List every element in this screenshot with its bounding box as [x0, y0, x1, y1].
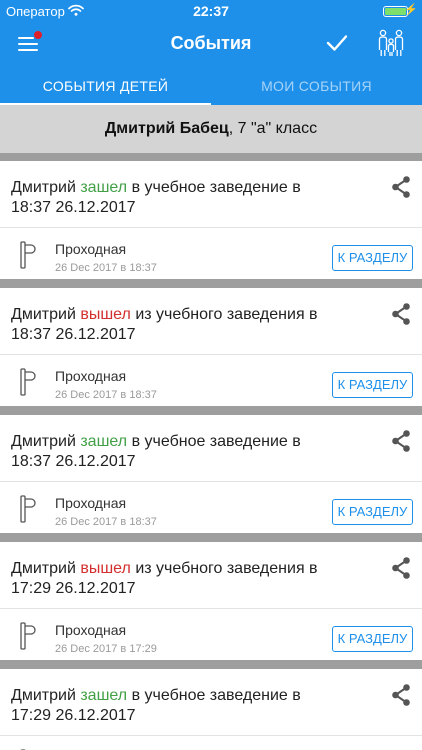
- turnstile-icon: [18, 240, 40, 270]
- event-card: Дмитрий зашел в учебное заведение в 18:37…: [0, 161, 422, 279]
- share-icon[interactable]: [390, 302, 412, 326]
- event-description: из учебного заведения в: [135, 306, 318, 323]
- event-card: Дмитрий зашел в учебное заведение в 17:29…: [0, 669, 422, 750]
- event-location: Проходная: [55, 495, 127, 511]
- event-action: зашел: [80, 179, 128, 196]
- card-divider: [0, 354, 422, 355]
- card-divider: [0, 735, 422, 736]
- turnstile-icon: [18, 367, 40, 397]
- event-location: Проходная: [55, 241, 127, 257]
- tab-bar: СОБЫТИЯ ДЕТЕЙ МОИ СОБЫТИЯ: [0, 66, 422, 106]
- event-datetime: 17:29 26.12.2017: [11, 580, 136, 597]
- event-subject: Дмитрий: [11, 306, 76, 323]
- event-location: Проходная: [55, 622, 127, 638]
- event-text: Дмитрий вышел из учебного заведения в 17:…: [11, 559, 371, 599]
- notification-badge: [34, 31, 42, 39]
- student-name: Дмитрий Бабец: [104, 120, 229, 137]
- share-icon[interactable]: [390, 429, 412, 453]
- app-header: Оператор 22:37 ⚡ События СОБЫТИЯ ДЕТЕЙ М…: [0, 0, 422, 106]
- go-to-section-button[interactable]: К РАЗДЕЛУ: [332, 626, 413, 652]
- event-date: 26 Dec 2017 в 18:37: [55, 389, 157, 401]
- event-card: Дмитрий вышел из учебного заведения в 17:…: [0, 542, 422, 660]
- go-to-section-button[interactable]: К РАЗДЕЛУ: [332, 499, 413, 525]
- share-icon[interactable]: [390, 683, 412, 707]
- event-action: вышел: [80, 560, 131, 577]
- event-datetime: 18:37 26.12.2017: [11, 453, 136, 470]
- card-divider: [0, 608, 422, 609]
- event-location: Проходная: [55, 368, 127, 384]
- event-subject: Дмитрий: [11, 687, 76, 704]
- event-text: Дмитрий зашел в учебное заведение в 17:29…: [11, 686, 371, 726]
- event-date: 26 Dec 2017 в 18:37: [55, 262, 157, 274]
- go-to-section-button[interactable]: К РАЗДЕЛУ: [332, 245, 413, 271]
- turnstile-icon: [18, 494, 40, 524]
- event-description: в учебное заведение в: [131, 433, 301, 450]
- status-bar: Оператор 22:37 ⚡: [0, 0, 422, 22]
- event-description: в учебное заведение в: [131, 179, 301, 196]
- event-text: Дмитрий зашел в учебное заведение в 18:37…: [11, 178, 371, 218]
- event-text: Дмитрий вышел из учебного заведения в 18:…: [11, 305, 371, 345]
- share-icon[interactable]: [390, 556, 412, 580]
- event-subject: Дмитрий: [11, 433, 76, 450]
- event-text: Дмитрий зашел в учебное заведение в 18:37…: [11, 432, 371, 472]
- page-title: События: [170, 33, 252, 53]
- event-datetime: 17:29 26.12.2017: [11, 707, 136, 724]
- checkmark-icon[interactable]: [324, 30, 350, 56]
- event-datetime: 18:37 26.12.2017: [11, 199, 136, 216]
- event-description: в учебное заведение в: [131, 687, 301, 704]
- turnstile-icon: [18, 621, 40, 651]
- event-datetime: 18:37 26.12.2017: [11, 326, 136, 343]
- tab-children-events[interactable]: СОБЫТИЯ ДЕТЕЙ: [0, 66, 211, 106]
- card-divider: [0, 227, 422, 228]
- event-card: Дмитрий вышел из учебного заведения в 18:…: [0, 288, 422, 406]
- event-description: из учебного заведения в: [135, 560, 318, 577]
- nav-bar: События: [0, 22, 422, 66]
- event-card: Дмитрий зашел в учебное заведение в 18:37…: [0, 415, 422, 533]
- event-subject: Дмитрий: [11, 560, 76, 577]
- event-action: зашел: [80, 687, 128, 704]
- clock: 22:37: [193, 3, 229, 19]
- charging-icon: ⚡: [404, 4, 418, 16]
- family-icon[interactable]: [376, 28, 406, 58]
- card-divider: [0, 481, 422, 482]
- event-list[interactable]: Дмитрий зашел в учебное заведение в 18:37…: [0, 153, 422, 750]
- hamburger-menu-icon[interactable]: [18, 31, 42, 52]
- event-subject: Дмитрий: [11, 179, 76, 196]
- student-class: , 7 "а" класс: [228, 120, 318, 137]
- student-header: Дмитрий Бабец, 7 "а" класс: [0, 105, 422, 153]
- go-to-section-button[interactable]: К РАЗДЕЛУ: [332, 372, 413, 398]
- event-date: 26 Dec 2017 в 18:37: [55, 516, 157, 528]
- event-date: 26 Dec 2017 в 17:29: [55, 643, 157, 655]
- event-action: вышел: [80, 306, 131, 323]
- share-icon[interactable]: [390, 175, 412, 199]
- tab-my-events[interactable]: МОИ СОБЫТИЯ: [211, 66, 422, 105]
- event-action: зашел: [80, 433, 128, 450]
